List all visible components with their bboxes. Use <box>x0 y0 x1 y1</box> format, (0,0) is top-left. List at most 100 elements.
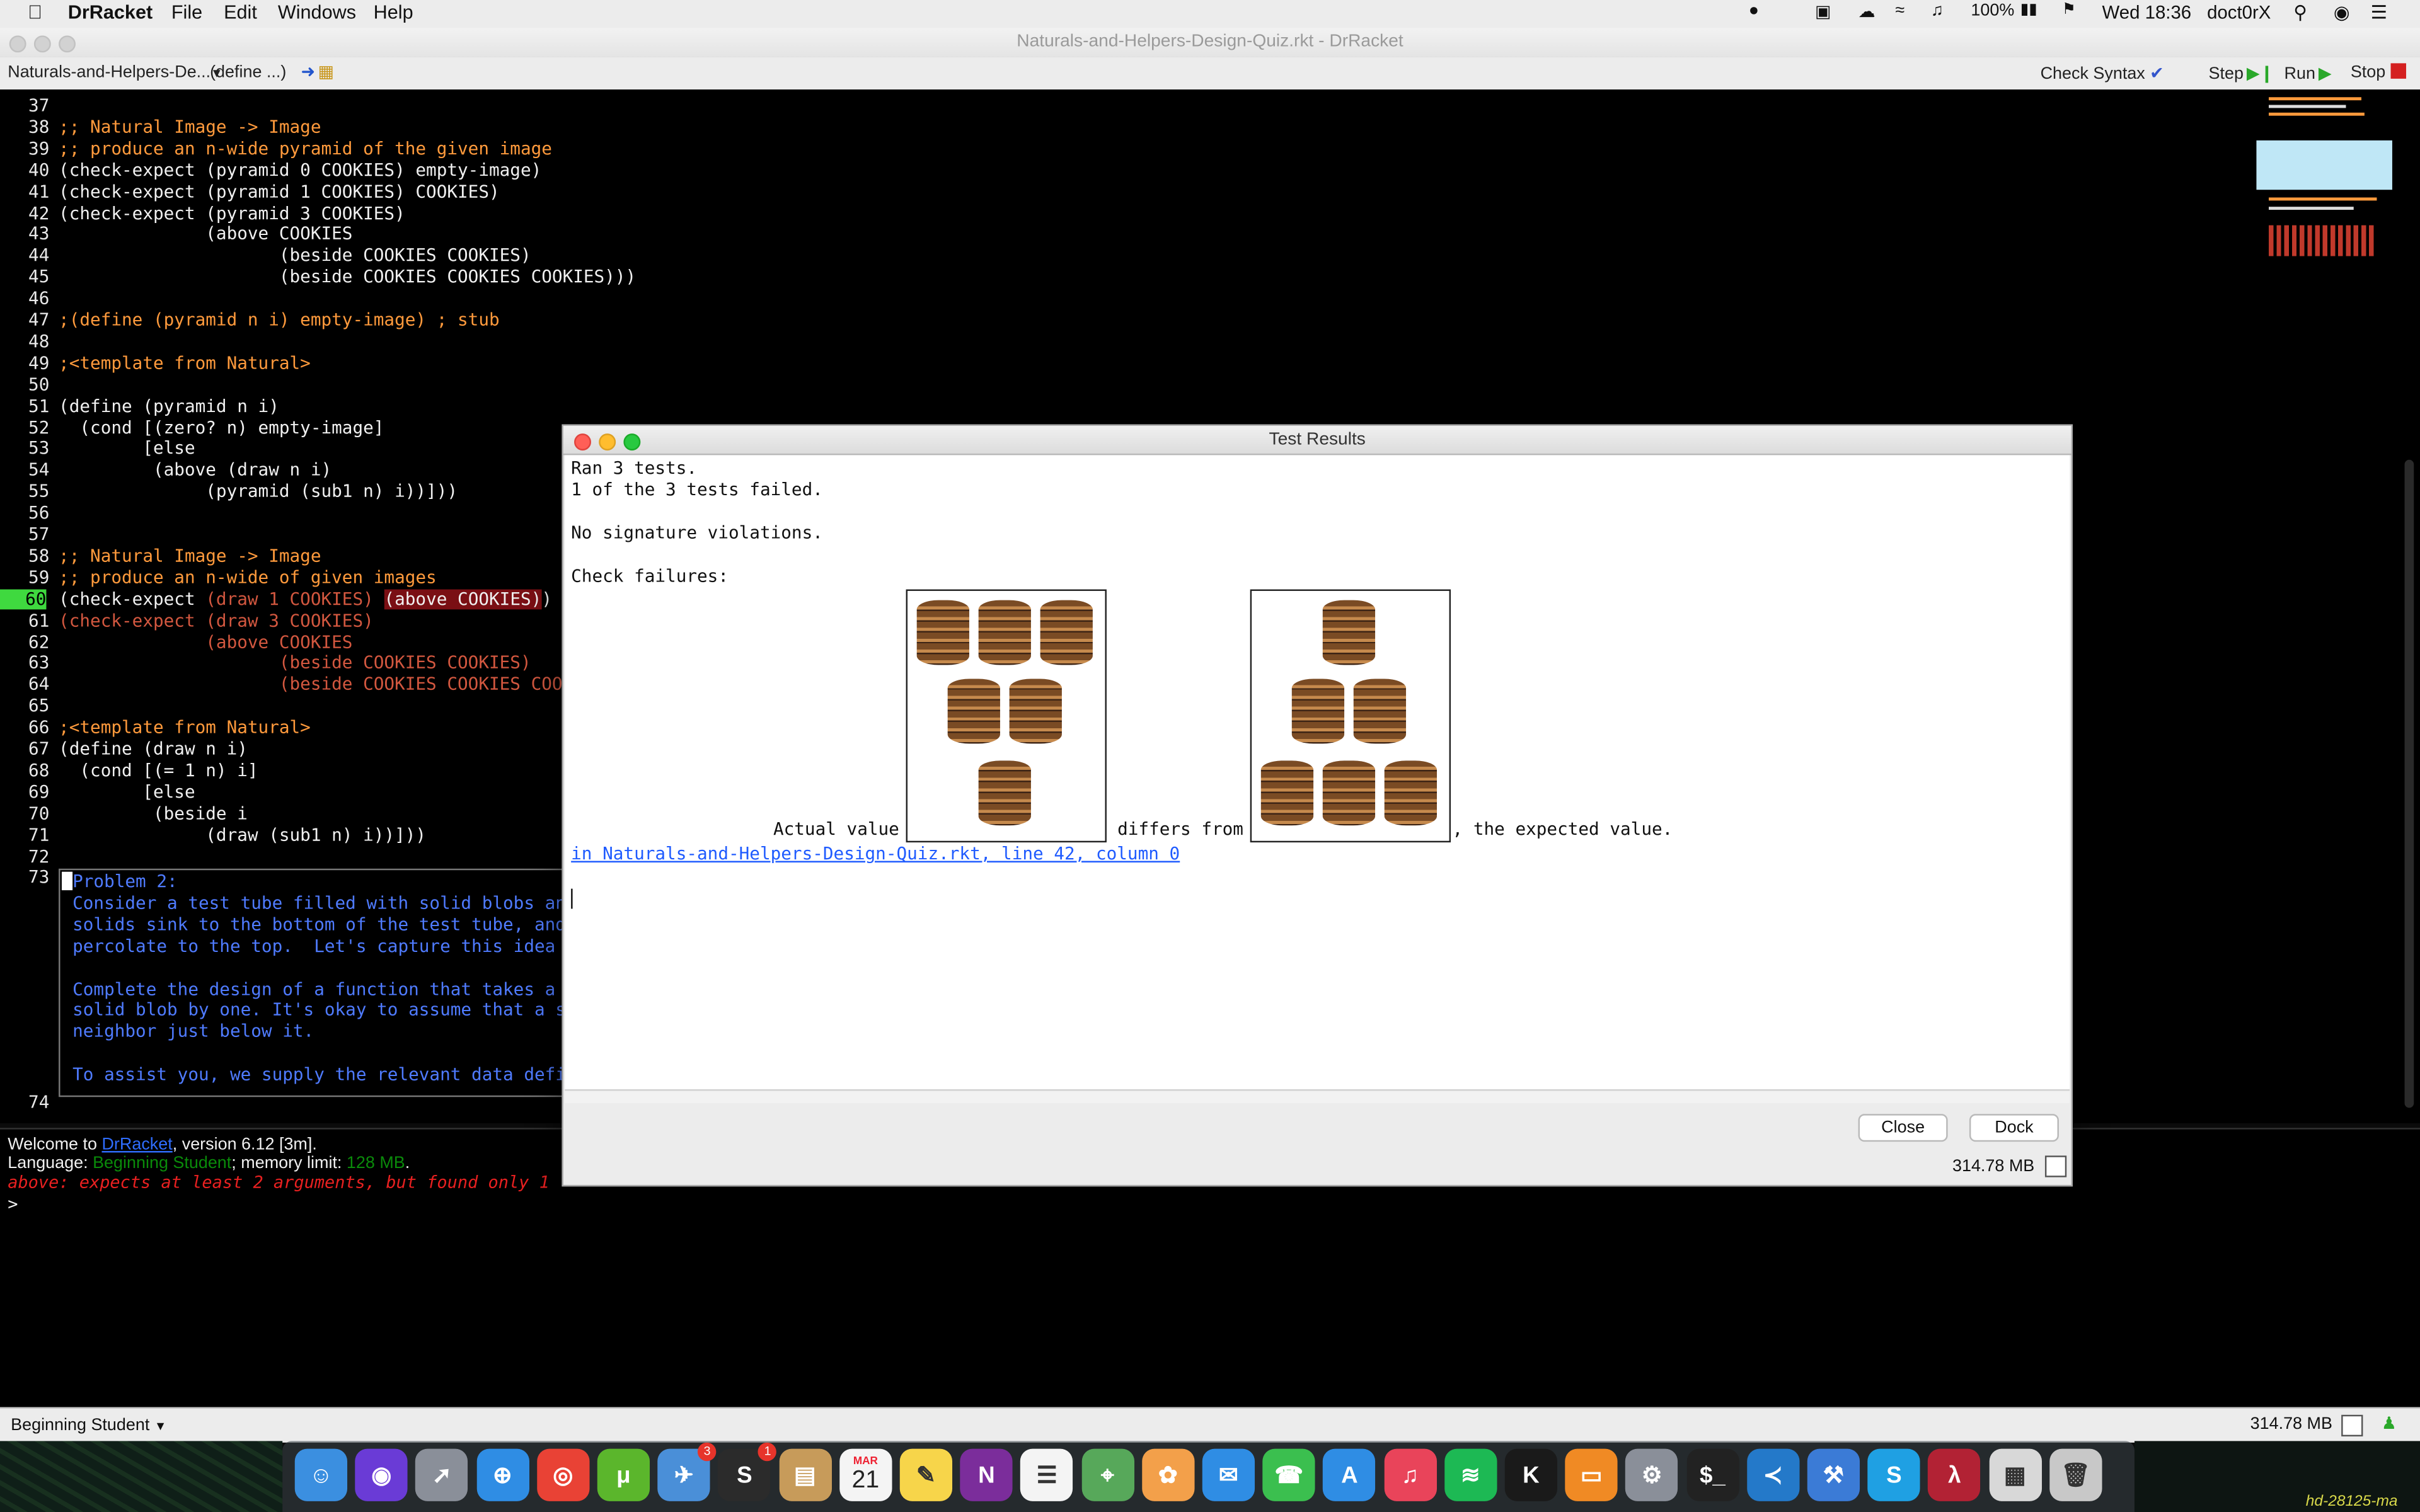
code-line[interactable]: (check-expect (pyramid 3 COOKIES) <box>59 203 405 224</box>
check-syntax-button[interactable]: Check Syntax ✔ <box>2041 63 2164 83</box>
terminal-icon[interactable]: $_ <box>1686 1448 1739 1501</box>
siri-menu-icon[interactable]: ◉ <box>2334 1 2350 23</box>
code-line[interactable]: (define (pyramid n i) <box>59 396 279 417</box>
documents-icon[interactable]: ▦ <box>1988 1448 2042 1501</box>
docker-icon[interactable]: ▣ <box>1815 1 1831 21</box>
slack-icon[interactable]: S1 <box>718 1442 777 1501</box>
tweetbot-icon[interactable]: ✈ 3 <box>657 1442 717 1501</box>
app-store-icon[interactable]: A <box>1323 1448 1376 1501</box>
code-line[interactable]: (above COOKIES <box>59 632 352 653</box>
kindle-icon[interactable]: K <box>1504 1448 1558 1501</box>
file-menu-button[interactable]: Naturals-and-Helpers-De...▼ <box>8 63 222 81</box>
messages-icon[interactable]: ✉ <box>1202 1448 1255 1501</box>
battery-icon[interactable]: ▮▮ <box>2020 1 2037 18</box>
code-line[interactable]: ;; produce an n-wide pyramid of the give… <box>59 139 552 160</box>
facetime-icon[interactable]: ☎ <box>1262 1448 1316 1501</box>
menu-file[interactable]: File <box>171 1 202 23</box>
code-line[interactable]: (define (draw n i) <box>59 739 248 760</box>
code-line[interactable]: (above COOKIES <box>59 224 352 246</box>
vscode-icon[interactable]: ≺ <box>1746 1448 1800 1501</box>
minimap-viewport[interactable] <box>2256 140 2392 190</box>
onenote-icon[interactable]: N <box>960 1448 1013 1501</box>
skype-status-icon[interactable]: ● <box>1749 1 1759 20</box>
launchpad-icon[interactable]: ➚ <box>415 1448 469 1501</box>
volume-icon[interactable]: ♫ <box>1931 1 1944 20</box>
notification-center-icon[interactable]: ☰ <box>2371 1 2387 23</box>
code-line[interactable]: (beside COOKIES COOKIES COOKIES))) <box>59 267 636 289</box>
clock[interactable]: Wed 18:36 <box>2102 1 2192 23</box>
notes-book-icon[interactable]: ▤ <box>778 1448 832 1501</box>
code-line[interactable]: (beside COOKIES COOKIES) <box>59 653 531 675</box>
xcode-icon[interactable]: ⚒ <box>1807 1448 1860 1501</box>
code-line[interactable]: (check-expect (draw 1 COOKIES) (above CO… <box>59 588 552 610</box>
dock-button[interactable]: Dock <box>1969 1114 2059 1142</box>
spotify-icon[interactable]: ≋ <box>1444 1448 1497 1501</box>
battery-percent[interactable]: 100% <box>1971 1 2014 20</box>
code-line[interactable]: (above (draw n i) <box>59 461 331 482</box>
system-preferences-icon[interactable]: ⚙ <box>1625 1448 1679 1501</box>
code-line[interactable]: (check-expect (draw 3 COOKIES) <box>59 610 374 632</box>
editor-scrollbar[interactable] <box>2404 459 2414 1108</box>
siri-icon[interactable]: ◉ <box>355 1448 408 1501</box>
dialog-scrollbar[interactable] <box>565 1089 2070 1104</box>
run-button[interactable]: Run ▶ <box>2285 63 2332 83</box>
problem-comment-box[interactable]: Problem 2: Consider a test tube filled wi… <box>59 868 572 1097</box>
stop-button[interactable]: Stop <box>2351 63 2406 82</box>
apple-icon[interactable]:  <box>28 1 42 23</box>
cloud-icon[interactable]: ☁ <box>1858 1 1876 21</box>
notes-icon[interactable]: ✎ <box>899 1448 953 1501</box>
chrome-icon[interactable]: ◎ <box>536 1448 590 1501</box>
utorrent-icon[interactable]: μ <box>597 1448 650 1501</box>
calendar-icon[interactable]: MAR 21 <box>839 1448 892 1501</box>
safari-icon[interactable]: ⊕ <box>476 1448 529 1501</box>
flag-icon[interactable]: ⚑ <box>2062 1 2076 18</box>
code-line[interactable]: ;; Natural Image -> Image <box>59 117 321 139</box>
code-line[interactable]: ;; produce an n-wide of given images <box>59 568 437 589</box>
test-results-body[interactable]: Ran 3 tests. 1 of the 3 tests failed. No… <box>565 455 2070 1089</box>
dialog-minimize-icon[interactable] <box>599 433 616 451</box>
repl-prompt[interactable]: > <box>8 1194 18 1215</box>
menu-windows[interactable]: Windows <box>278 1 356 23</box>
minimap[interactable] <box>2256 89 2395 275</box>
menu-edit[interactable]: Edit <box>224 1 257 23</box>
code-line[interactable]: ;; Natural Image -> Image <box>59 546 321 568</box>
code-line[interactable]: (cond [(zero? n) empty-image] <box>59 417 384 438</box>
code-line[interactable]: (pyramid (sub1 n) i))])) <box>59 482 458 503</box>
code-line[interactable]: (check-expect (pyramid 0 COOKIES) empty-… <box>59 160 541 181</box>
code-line[interactable]: (beside COOKIES COOKIES) <box>59 246 531 267</box>
failure-location-link[interactable]: in Naturals-and-Helpers-Design-Quiz.rkt,… <box>571 844 1180 864</box>
books-icon[interactable]: ▭ <box>1565 1448 1618 1501</box>
code-line[interactable]: (cond [(= 1 n) i] <box>59 760 258 782</box>
code-line[interactable]: (check-expect (pyramid 1 COOKIES) COOKIE… <box>59 181 500 203</box>
spotlight-icon[interactable]: ⚲ <box>2293 1 2307 23</box>
skype-icon[interactable]: S <box>1867 1448 1921 1501</box>
code-line[interactable]: (draw (sub1 n) i))])) <box>59 825 426 846</box>
finder-icon[interactable]: ☺ <box>294 1448 348 1501</box>
dialog-zoom-icon[interactable] <box>623 433 641 451</box>
gc-checkbox[interactable] <box>2341 1414 2363 1437</box>
code-line[interactable]: [else <box>59 782 195 803</box>
arrow-right-icon[interactable]: ➜ <box>301 62 316 81</box>
close-button[interactable]: Close <box>1858 1114 1948 1142</box>
maps-icon[interactable]: ⌖ <box>1081 1448 1134 1501</box>
code-line[interactable]: ;<template from Natural> <box>59 718 311 739</box>
racket-icon[interactable]: λ <box>1928 1448 1981 1501</box>
drracket-link[interactable]: DrRacket <box>101 1135 172 1154</box>
code-line[interactable]: [else <box>59 438 195 460</box>
language-selector[interactable]: Beginning Student ▼ <box>11 1416 166 1435</box>
reminders-icon[interactable]: ☰ <box>1020 1448 1074 1501</box>
dialog-close-icon[interactable] <box>574 433 591 451</box>
menu-help[interactable]: Help <box>374 1 413 23</box>
user-name[interactable]: doct0rX <box>2207 1 2271 23</box>
save-icon[interactable]: ▦ <box>318 62 333 81</box>
define-menu-button[interactable]: (define ...) <box>210 63 286 81</box>
app-menu[interactable]: DrRacket <box>68 1 153 23</box>
code-line[interactable]: ;(define (pyramid n i) empty-image) ; st… <box>59 310 500 331</box>
music-icon[interactable]: ♫ <box>1383 1448 1437 1501</box>
trash-icon[interactable]: 🗑 <box>2049 1448 2102 1501</box>
step-button[interactable]: Step ▶❙ <box>2209 63 2274 83</box>
wifi-icon[interactable]: ≈ <box>1895 1 1904 20</box>
code-line[interactable]: (beside COOKIES COOKIES COOKI <box>59 675 584 696</box>
code-line[interactable]: ;<template from Natural> <box>59 353 311 374</box>
dialog-gc-checkbox[interactable] <box>2044 1155 2067 1177</box>
